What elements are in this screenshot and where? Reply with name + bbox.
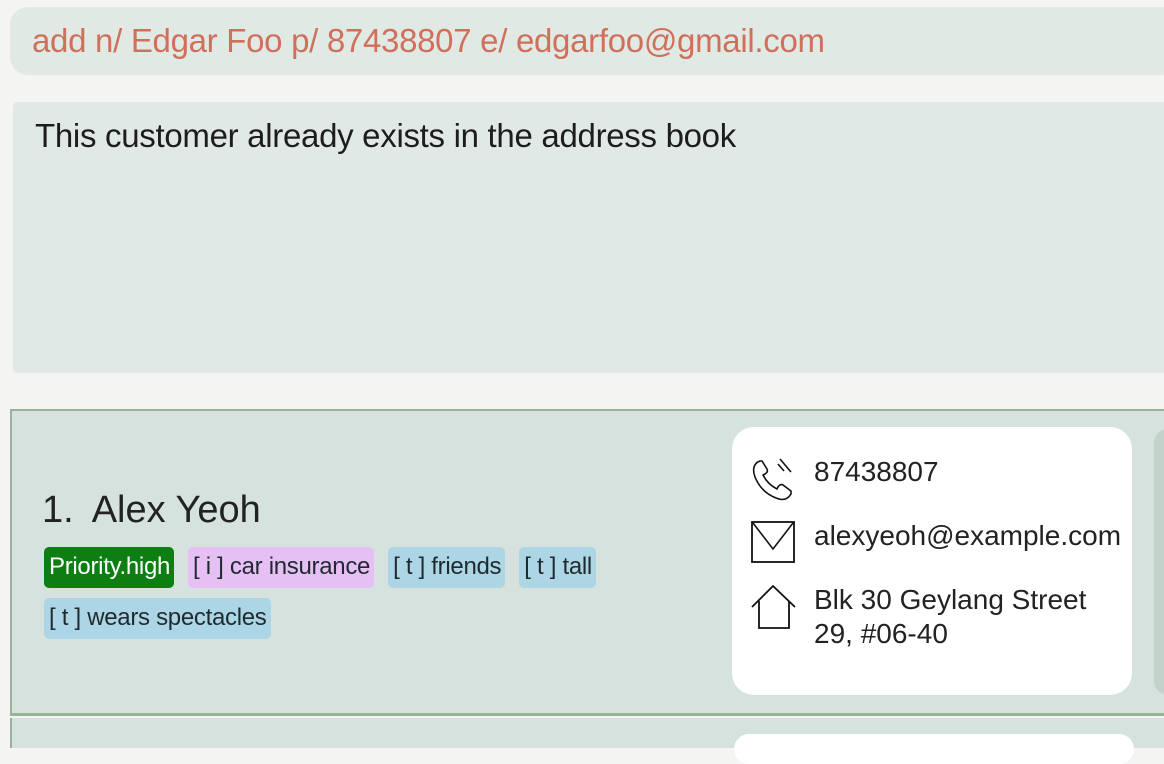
phone-value: 87438807 xyxy=(814,456,939,487)
side-panel-edge xyxy=(1154,429,1164,695)
address-value: Blk 30 Geylang Street 29, #06-40 xyxy=(814,583,1086,651)
tag-insurance: [ i ] car insurance xyxy=(188,547,375,588)
tag-priority: Priority.high xyxy=(44,547,175,588)
phone-icon xyxy=(750,455,798,503)
command-box[interactable]: add n/ Edgar Foo p/ 87438807 e/ edgarfoo… xyxy=(10,7,1164,75)
person-index: 1. xyxy=(42,489,74,531)
address-row: Blk 30 Geylang Street 29, #06-40 xyxy=(750,583,1086,651)
person-name: Alex Yeoh xyxy=(91,489,261,531)
phone-row: 87438807 xyxy=(750,455,939,503)
email-row: alexyeoh@example.com xyxy=(750,519,1121,567)
tag-friends: [ t ] friends xyxy=(388,547,506,588)
tag-list: Priority.high [ i ] car insurance [ t ] fr… xyxy=(44,547,684,649)
next-contact-details xyxy=(734,734,1134,764)
command-input-text[interactable]: add n/ Edgar Foo p/ 87438807 e/ edgarfoo… xyxy=(32,22,825,60)
next-person-card[interactable] xyxy=(10,718,1164,764)
envelope-icon xyxy=(750,519,798,567)
tag-tall: [ t ] tall xyxy=(519,547,596,588)
result-message: This customer already exists in the addr… xyxy=(35,117,736,154)
person-name-line: 1. Alex Yeoh xyxy=(42,489,261,532)
result-display: This customer already exists in the addr… xyxy=(13,102,1164,373)
address-line-1: Blk 30 Geylang Street xyxy=(814,584,1087,615)
email-value: alexyeoh@example.com xyxy=(814,520,1122,551)
tag-wears-spectacles: [ t ] wears spectacles xyxy=(44,598,271,639)
address-line-2: 29, #06-40 xyxy=(814,618,948,649)
person-card[interactable]: 1. Alex Yeoh Priority.high [ i ] car insur… xyxy=(10,409,1164,716)
contact-details: 87438807 alexyeoh@example.com Blk 30 Gey… xyxy=(732,427,1132,695)
house-icon xyxy=(750,583,798,631)
